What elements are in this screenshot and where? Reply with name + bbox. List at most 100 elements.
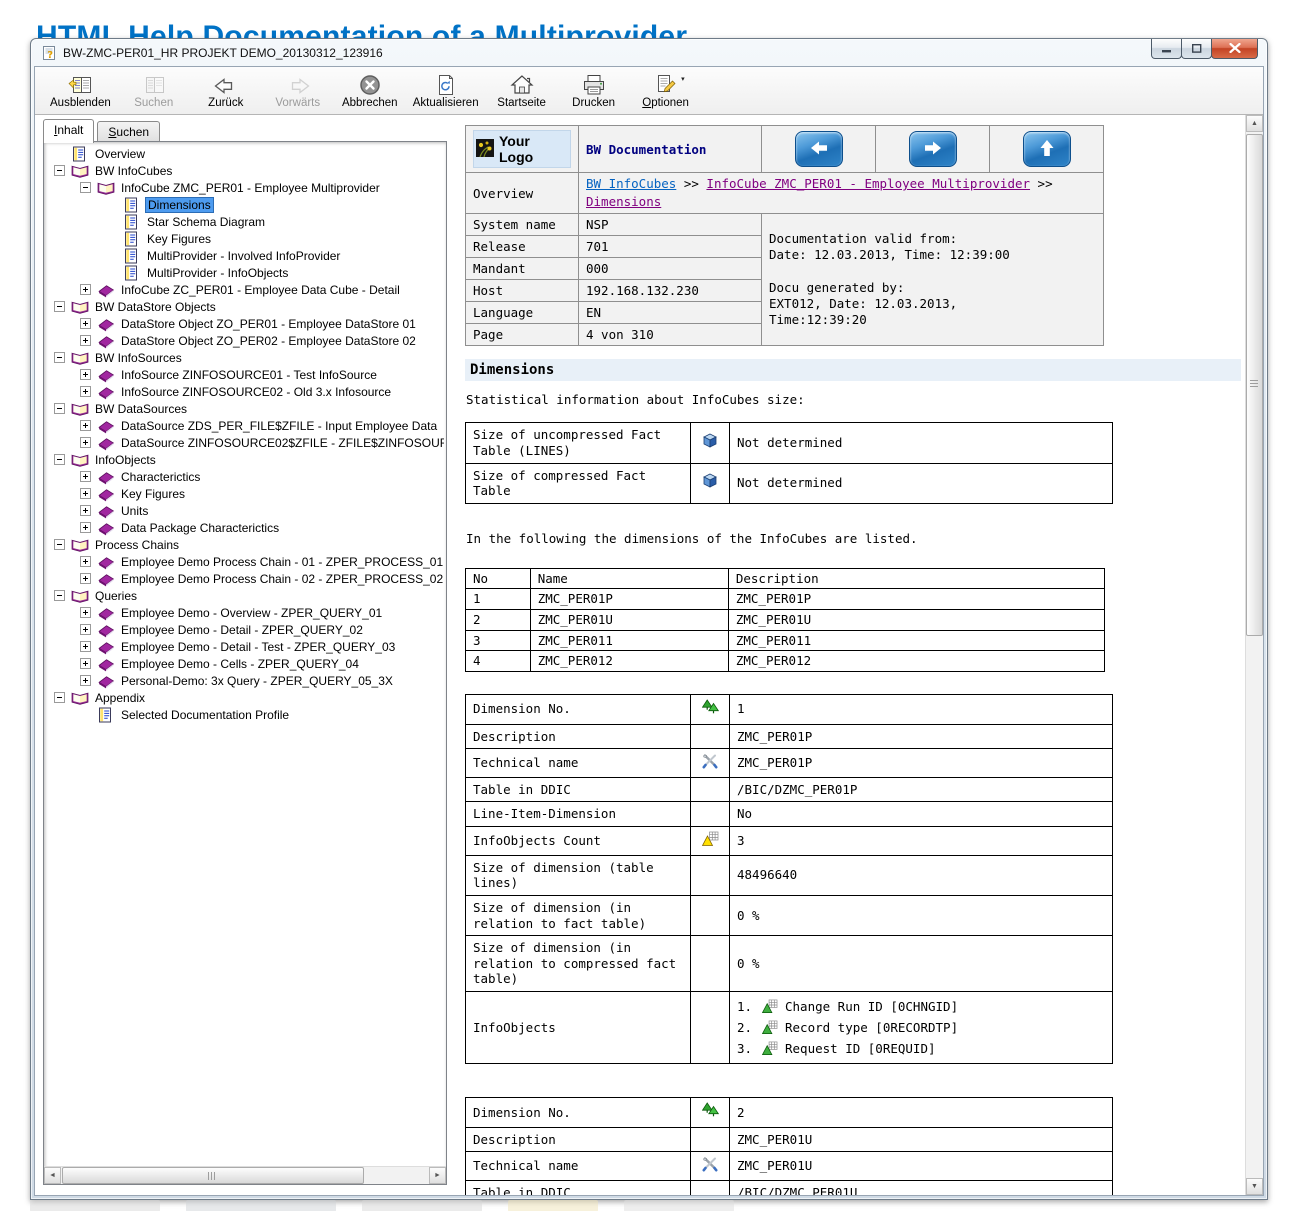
book-closed-icon xyxy=(97,486,115,502)
expand-plus-icon[interactable] xyxy=(80,284,91,295)
toolbar-button-abbrechen[interactable]: Abbrechen xyxy=(334,68,406,114)
close-button[interactable] xyxy=(1211,39,1258,59)
toolbar-button-suchen[interactable]: Suchen xyxy=(118,68,190,114)
content-vertical-scrollbar[interactable]: ▲ ▼ xyxy=(1245,115,1263,1195)
tree-item[interactable]: MultiProvider - Involved InfoProvider xyxy=(44,247,444,264)
expand-plus-icon[interactable] xyxy=(80,505,91,516)
tree-item[interactable]: Personal-Demo: 3x Query - ZPER_QUERY_05_… xyxy=(44,672,444,689)
collapse-minus-icon[interactable] xyxy=(80,182,91,193)
tree-item[interactable]: Data Package Characterictics xyxy=(44,519,444,536)
maximize-button[interactable] xyxy=(1181,39,1212,59)
collapse-minus-icon[interactable] xyxy=(54,590,65,601)
tree-item[interactable]: MultiProvider - InfoObjects xyxy=(44,264,444,281)
toolbar-button-vorw-rts[interactable]: Vorwärts xyxy=(262,68,334,114)
book-closed-icon xyxy=(97,656,115,672)
expand-plus-icon[interactable] xyxy=(80,556,91,567)
scroll-down-icon[interactable]: ▼ xyxy=(1246,1178,1263,1195)
expand-plus-icon[interactable] xyxy=(80,437,91,448)
tree-item[interactable]: Employee Demo - Detail - Test - ZPER_QUE… xyxy=(44,638,444,655)
tree-item[interactable]: DataSource ZDS_PER_FILE$ZFILE - Input Em… xyxy=(44,417,444,434)
expand-plus-icon[interactable] xyxy=(80,675,91,686)
scrollbar-thumb[interactable] xyxy=(1246,134,1263,636)
tab-inhalt[interactable]: Inhalt xyxy=(43,119,94,143)
expand-plus-icon[interactable] xyxy=(80,607,91,618)
nav-up-button[interactable] xyxy=(1023,131,1071,167)
toolbar-button-ausblenden[interactable]: Ausblenden xyxy=(43,68,118,114)
collapse-minus-icon[interactable] xyxy=(54,165,65,176)
toolbar-button-zur-ck[interactable]: Zurück xyxy=(190,68,262,114)
collapse-minus-icon[interactable] xyxy=(54,539,65,550)
expand-plus-icon[interactable] xyxy=(80,641,91,652)
sysinfo-value: 701 xyxy=(579,236,762,258)
scroll-right-icon[interactable]: ► xyxy=(429,1167,446,1184)
tree-item[interactable]: Characterictics xyxy=(44,468,444,485)
tree-item[interactable]: BW InfoCubes xyxy=(44,162,444,179)
tree-item[interactable]: Selected Documentation Profile xyxy=(44,706,444,723)
nav-forward-button[interactable] xyxy=(909,131,957,167)
tree-item-label: MultiProvider - InfoObjects xyxy=(145,266,290,280)
scroll-up-icon[interactable]: ▲ xyxy=(1246,115,1263,132)
expand-plus-icon[interactable] xyxy=(80,573,91,584)
toolbar-button-optionen[interactable]: ▾Optionen xyxy=(630,68,702,114)
tree-item[interactable]: InfoCube ZC_PER01 - Employee Data Cube -… xyxy=(44,281,444,298)
table-row: 2ZMC_PER01UZMC_PER01U xyxy=(466,610,1105,631)
tree-item[interactable]: InfoObjects xyxy=(44,451,444,468)
tree-item[interactable]: Employee Demo Process Chain - 01 - ZPER_… xyxy=(44,553,444,570)
expand-plus-icon[interactable] xyxy=(80,420,91,431)
tree-item[interactable]: InfoSource ZINFOSOURCE01 - Test InfoSour… xyxy=(44,366,444,383)
expand-plus-icon[interactable] xyxy=(80,471,91,482)
tree-item[interactable]: BW DataStore Objects xyxy=(44,298,444,315)
tree-item[interactable]: Star Schema Diagram xyxy=(44,213,444,230)
collapse-minus-icon[interactable] xyxy=(54,403,65,414)
tree-item[interactable]: Appendix xyxy=(44,689,444,706)
pane-splitter[interactable] xyxy=(449,115,459,1195)
toolbar-button-label: Optionen xyxy=(642,97,689,109)
tree-item[interactable]: Queries xyxy=(44,587,444,604)
detail-value: No xyxy=(730,802,1113,827)
expand-plus-icon[interactable] xyxy=(80,624,91,635)
collapse-minus-icon[interactable] xyxy=(54,301,65,312)
tree-item[interactable]: Dimensions xyxy=(44,196,444,213)
tab-suchen[interactable]: Suchen xyxy=(97,121,160,141)
tree-item[interactable]: DataSource ZINFOSOURCE02$ZFILE - ZFILE$Z… xyxy=(44,434,444,451)
sysinfo-value: NSP xyxy=(579,214,762,236)
nav-back-button[interactable] xyxy=(795,131,843,167)
breadcrumb-link[interactable]: Dimensions xyxy=(586,194,661,209)
expand-plus-icon[interactable] xyxy=(80,522,91,533)
breadcrumb-link[interactable]: InfoCube ZMC_PER01 - Employee Multiprovi… xyxy=(706,176,1030,191)
tree-item[interactable]: Overview xyxy=(44,145,444,162)
collapse-minus-icon[interactable] xyxy=(54,692,65,703)
tree-item[interactable]: Units xyxy=(44,502,444,519)
tree-item[interactable]: Key Figures xyxy=(44,485,444,502)
breadcrumb-link[interactable]: BW InfoCubes xyxy=(586,176,676,191)
tree-item[interactable]: Employee Demo - Detail - ZPER_QUERY_02 xyxy=(44,621,444,638)
scrollbar-thumb[interactable] xyxy=(62,1167,364,1184)
tree-item[interactable]: Process Chains xyxy=(44,536,444,553)
tree-item[interactable]: DataStore Object ZO_PER02 - Employee Dat… xyxy=(44,332,444,349)
collapse-minus-icon[interactable] xyxy=(54,454,65,465)
expand-plus-icon[interactable] xyxy=(80,318,91,329)
tree-item[interactable]: Employee Demo Process Chain - 02 - ZPER_… xyxy=(44,570,444,587)
dimension-detail-table: Dimension No.1DescriptionZMC_PER01PTechn… xyxy=(465,694,1113,1064)
tree-item[interactable]: Employee Demo - Cells - ZPER_QUERY_04 xyxy=(44,655,444,672)
scroll-left-icon[interactable]: ◄ xyxy=(44,1167,61,1184)
tree-item[interactable]: BW InfoSources xyxy=(44,349,444,366)
tree-item[interactable]: BW DataSources xyxy=(44,400,444,417)
expand-plus-icon[interactable] xyxy=(80,386,91,397)
titlebar[interactable]: ? BW-ZMC-PER01_HR PROJEKT DEMO_20130312_… xyxy=(31,39,1267,66)
expand-plus-icon[interactable] xyxy=(80,488,91,499)
tree-item[interactable]: Employee Demo - Overview - ZPER_QUERY_01 xyxy=(44,604,444,621)
tree-horizontal-scrollbar[interactable]: ◄ ► xyxy=(44,1166,446,1184)
toolbar-button-aktualisieren[interactable]: Aktualisieren xyxy=(406,68,486,114)
collapse-minus-icon[interactable] xyxy=(54,352,65,363)
minimize-button[interactable] xyxy=(1151,39,1182,59)
toolbar-button-drucken[interactable]: Drucken xyxy=(558,68,630,114)
expand-plus-icon[interactable] xyxy=(80,369,91,380)
tree-item[interactable]: DataStore Object ZO_PER01 - Employee Dat… xyxy=(44,315,444,332)
toolbar-button-startseite[interactable]: Startseite xyxy=(486,68,558,114)
tree-item[interactable]: InfoCube ZMC_PER01 - Employee Multiprovi… xyxy=(44,179,444,196)
expand-plus-icon[interactable] xyxy=(80,658,91,669)
expand-plus-icon[interactable] xyxy=(80,335,91,346)
tree-item[interactable]: InfoSource ZINFOSOURCE02 - Old 3.x Infos… xyxy=(44,383,444,400)
tree-item[interactable]: Key Figures xyxy=(44,230,444,247)
